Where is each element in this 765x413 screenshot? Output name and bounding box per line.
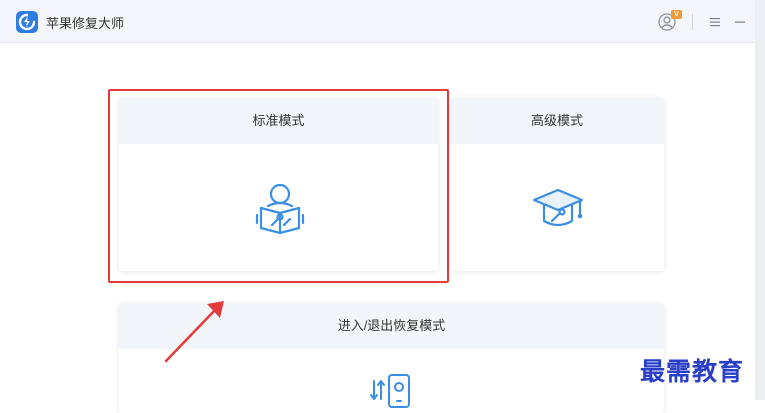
phone-transfer-icon — [369, 373, 415, 409]
user-account-button[interactable]: V — [658, 12, 682, 32]
graduation-cap-repair-icon — [532, 188, 584, 230]
menu-icon — [708, 16, 722, 28]
standard-mode-highlight — [108, 89, 449, 283]
app-logo-icon — [16, 11, 38, 33]
minimize-icon — [733, 16, 747, 28]
annotation-arrow-icon — [160, 297, 230, 367]
window-edge — [755, 0, 765, 400]
advanced-mode-card[interactable]: 高级模式 — [450, 98, 664, 271]
minimize-button[interactable] — [733, 15, 747, 27]
advanced-mode-label: 高级模式 — [450, 98, 664, 144]
title-bar: 苹果修复大师 V — [0, 0, 755, 43]
title-bar-divider — [692, 14, 693, 30]
vip-badge-icon: V — [671, 10, 682, 19]
menu-button[interactable] — [708, 15, 722, 27]
watermark: 最需教育 — [640, 352, 744, 388]
app-title: 苹果修复大师 — [46, 13, 124, 32]
